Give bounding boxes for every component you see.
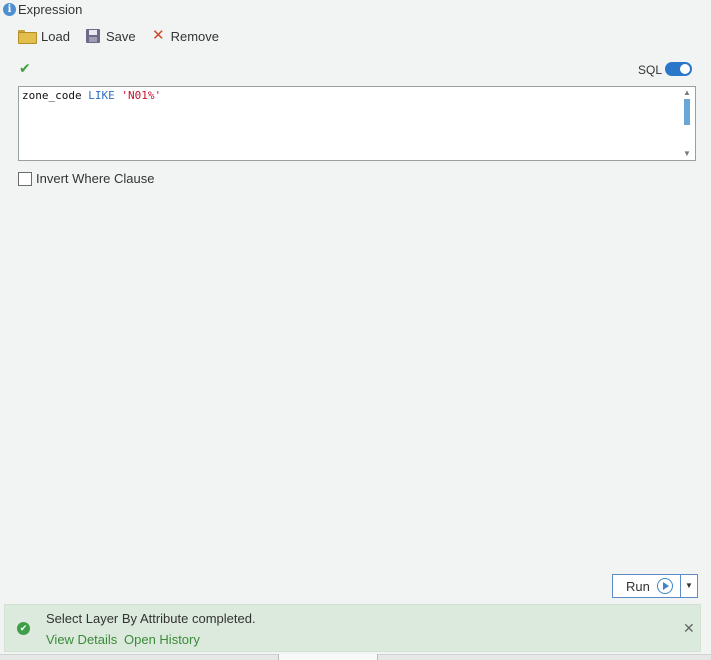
run-dropdown-button[interactable]: ▼	[681, 574, 698, 598]
remove-label: Remove	[170, 28, 219, 44]
status-message-bar: ✔ Select Layer By Attribute completed. V…	[4, 604, 701, 652]
sql-toggle[interactable]	[665, 62, 692, 76]
expression-editor[interactable]: zone_code LIKE 'N01%' ▲ ▼	[18, 86, 696, 161]
success-check-icon: ✔	[17, 622, 30, 635]
expression-value: 'N01%'	[121, 89, 162, 102]
load-label: Load	[41, 28, 70, 44]
info-icon: i	[3, 3, 16, 16]
run-label: Run	[626, 578, 650, 594]
expression-operator: LIKE	[88, 89, 115, 102]
scroll-up-arrow-icon[interactable]: ▲	[682, 88, 692, 98]
expression-field: zone_code	[22, 89, 82, 102]
view-details-link[interactable]: View Details	[46, 632, 117, 647]
load-button[interactable]: Load	[18, 27, 70, 45]
active-tab[interactable]	[279, 654, 377, 660]
expression-code: zone_code LIKE 'N01%'	[22, 89, 161, 103]
scroll-thumb[interactable]	[684, 99, 690, 125]
sql-label: SQL	[638, 63, 663, 77]
remove-x-icon: ✕	[152, 27, 165, 44]
scroll-down-arrow-icon[interactable]: ▼	[682, 149, 692, 159]
toggle-knob	[680, 64, 690, 74]
save-button[interactable]: Save	[86, 27, 136, 45]
run-button[interactable]: Run	[612, 574, 681, 598]
tab-divider	[278, 654, 279, 660]
invert-where-clause-label: Invert Where Clause	[36, 171, 155, 186]
open-history-link[interactable]: Open History	[124, 632, 200, 647]
play-icon	[656, 578, 673, 594]
invert-where-clause-checkbox[interactable]	[18, 172, 32, 186]
save-label: Save	[106, 28, 136, 44]
remove-button[interactable]: ✕ Remove	[152, 27, 219, 45]
chevron-down-icon: ▼	[685, 581, 693, 590]
folder-icon	[18, 29, 37, 44]
valid-checkmark-icon: ✔	[19, 60, 31, 76]
save-icon	[86, 29, 100, 43]
status-message: Select Layer By Attribute completed.	[46, 611, 256, 626]
section-title: Expression	[18, 2, 83, 17]
close-icon[interactable]: ✕	[683, 620, 695, 637]
editor-scrollbar[interactable]: ▲ ▼	[679, 87, 695, 160]
tab-divider	[377, 654, 378, 660]
